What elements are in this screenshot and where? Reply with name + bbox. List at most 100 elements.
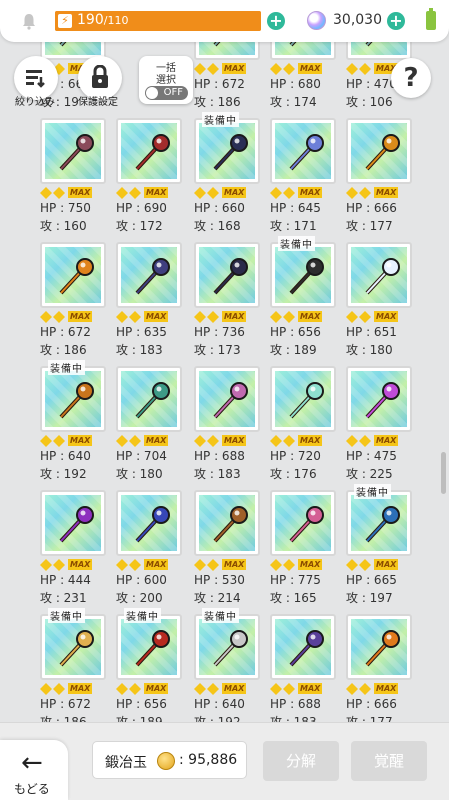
item-card[interactable]: 装備中 MAX HP : 656 攻 : 189 — [270, 236, 336, 364]
awaken-button[interactable]: 覚醒 — [351, 741, 427, 781]
hp-value: HP : 651 — [346, 325, 397, 339]
item-card[interactable]: MAX HP : 600 攻 : 200 — [116, 490, 182, 612]
item-card[interactable]: MAX HP : 651 攻 : 180 — [346, 242, 412, 364]
weapon-art — [365, 382, 400, 419]
item-background — [351, 495, 407, 551]
item-card[interactable]: 装備中 MAX HP : 640 攻 : 192 — [194, 608, 260, 722]
hp-value: HP : 690 — [116, 201, 167, 215]
rarity-stars: MAX — [346, 310, 412, 324]
weapon-art — [365, 630, 400, 667]
item-background — [275, 123, 331, 179]
item-frame[interactable] — [116, 366, 182, 432]
star-icon — [207, 63, 219, 75]
back-button[interactable]: ← もどる — [0, 740, 68, 800]
item-frame[interactable] — [194, 118, 260, 184]
star-icon — [194, 435, 206, 447]
item-frame[interactable] — [40, 242, 106, 308]
bulk-select-toggle[interactable]: 一括 選択 OFF — [139, 56, 193, 104]
item-frame[interactable] — [270, 490, 336, 556]
item-frame[interactable] — [116, 242, 182, 308]
item-card[interactable]: MAX HP : 688 攻 : 183 — [270, 614, 336, 722]
item-card[interactable]: MAX HP : 635 攻 : 183 — [116, 242, 182, 364]
item-card[interactable]: MAX HP : 530 攻 : 214 — [194, 490, 260, 612]
star-icon — [359, 311, 371, 323]
item-card[interactable]: 装備中 MAX HP : 660 攻 : 168 — [194, 112, 260, 240]
max-badge: MAX — [68, 435, 93, 446]
item-frame[interactable] — [346, 366, 412, 432]
weapon-art — [59, 134, 94, 171]
max-badge: MAX — [298, 435, 323, 446]
item-card[interactable]: MAX HP : 750 攻 : 160 — [40, 118, 106, 240]
hp-value: HP : 444 — [40, 573, 91, 587]
item-frame[interactable] — [40, 490, 106, 556]
item-card[interactable]: MAX HP : 736 攻 : 173 — [194, 242, 260, 364]
item-card[interactable]: MAX HP : 775 攻 : 165 — [270, 490, 336, 612]
add-gems-button[interactable]: + — [387, 12, 405, 30]
weapon-art — [59, 258, 94, 295]
star-icon — [207, 311, 219, 323]
scrollbar-thumb[interactable] — [441, 452, 446, 494]
item-card[interactable]: MAX HP : 690 攻 : 172 — [116, 118, 182, 240]
rarity-stars: MAX — [116, 310, 182, 324]
rarity-stars: MAX — [194, 434, 260, 448]
item-card[interactable]: 装備中 MAX HP : 665 攻 : 197 — [346, 484, 412, 612]
bell-icon[interactable] — [20, 12, 38, 30]
stamina-current: 190 — [77, 12, 104, 28]
item-card[interactable]: MAX HP : 475 攻 : 225 — [346, 366, 412, 488]
stamina-bar: ⚡ 190/110 — [55, 11, 261, 31]
item-frame[interactable] — [346, 614, 412, 680]
item-card[interactable]: MAX HP : 645 攻 : 171 — [270, 118, 336, 240]
item-frame[interactable] — [116, 490, 182, 556]
hp-value: HP : 680 — [270, 77, 321, 91]
item-card[interactable]: MAX HP : 666 攻 : 177 — [346, 118, 412, 240]
hp-value: HP : 672 — [40, 325, 91, 339]
item-frame[interactable] — [270, 614, 336, 680]
item-frame[interactable] — [194, 614, 260, 680]
max-badge: MAX — [222, 63, 247, 74]
rarity-stars: MAX — [270, 682, 336, 696]
item-card[interactable]: MAX HP : 666 攻 : 177 — [346, 614, 412, 722]
back-label: もどる — [14, 782, 50, 796]
item-frame[interactable] — [40, 614, 106, 680]
max-badge: MAX — [374, 683, 399, 694]
item-card[interactable]: 装備中 MAX HP : 656 攻 : 189 — [116, 608, 182, 722]
item-frame[interactable] — [116, 118, 182, 184]
item-frame[interactable] — [40, 366, 106, 432]
item-frame[interactable] — [346, 118, 412, 184]
attack-value: 攻 : 106 — [346, 95, 393, 109]
item-frame[interactable] — [194, 366, 260, 432]
item-card[interactable]: MAX HP : 688 攻 : 183 — [194, 366, 260, 488]
weapon-art — [59, 630, 94, 667]
filter-icon — [26, 70, 45, 88]
item-frame[interactable] — [116, 614, 182, 680]
item-frame[interactable] — [194, 490, 260, 556]
item-frame[interactable] — [346, 242, 412, 308]
weapon-art — [135, 506, 170, 543]
hp-value: HP : 688 — [194, 449, 245, 463]
item-frame[interactable] — [346, 490, 412, 556]
item-card[interactable]: MAX HP : 672 攻 : 186 — [40, 242, 106, 364]
star-icon — [116, 311, 128, 323]
item-frame[interactable] — [194, 242, 260, 308]
item-card[interactable]: 装備中 MAX HP : 640 攻 : 192 — [40, 360, 106, 488]
star-icon — [194, 559, 206, 571]
weapon-art — [289, 630, 324, 667]
item-card[interactable]: MAX HP : 720 攻 : 176 — [270, 366, 336, 488]
hp-value: HP : 672 — [194, 77, 245, 91]
help-button[interactable]: ? — [391, 58, 431, 98]
toggle-switch[interactable]: OFF — [145, 86, 188, 100]
item-frame[interactable] — [270, 366, 336, 432]
star-icon — [346, 187, 358, 199]
item-card[interactable]: MAX HP : 704 攻 : 180 — [116, 366, 182, 488]
item-frame[interactable] — [40, 118, 106, 184]
item-frame[interactable] — [270, 118, 336, 184]
hp-value: HP : 775 — [270, 573, 321, 587]
disassemble-button[interactable]: 分解 — [263, 741, 339, 781]
item-card[interactable]: 装備中 MAX HP : 672 攻 : 186 — [40, 608, 106, 722]
item-frame[interactable] — [270, 242, 336, 308]
max-badge: MAX — [68, 683, 93, 694]
hp-value: HP : 530 — [194, 573, 245, 587]
add-stamina-button[interactable]: + — [267, 12, 285, 30]
item-card[interactable]: MAX HP : 444 攻 : 231 — [40, 490, 106, 612]
max-badge: MAX — [374, 559, 399, 570]
